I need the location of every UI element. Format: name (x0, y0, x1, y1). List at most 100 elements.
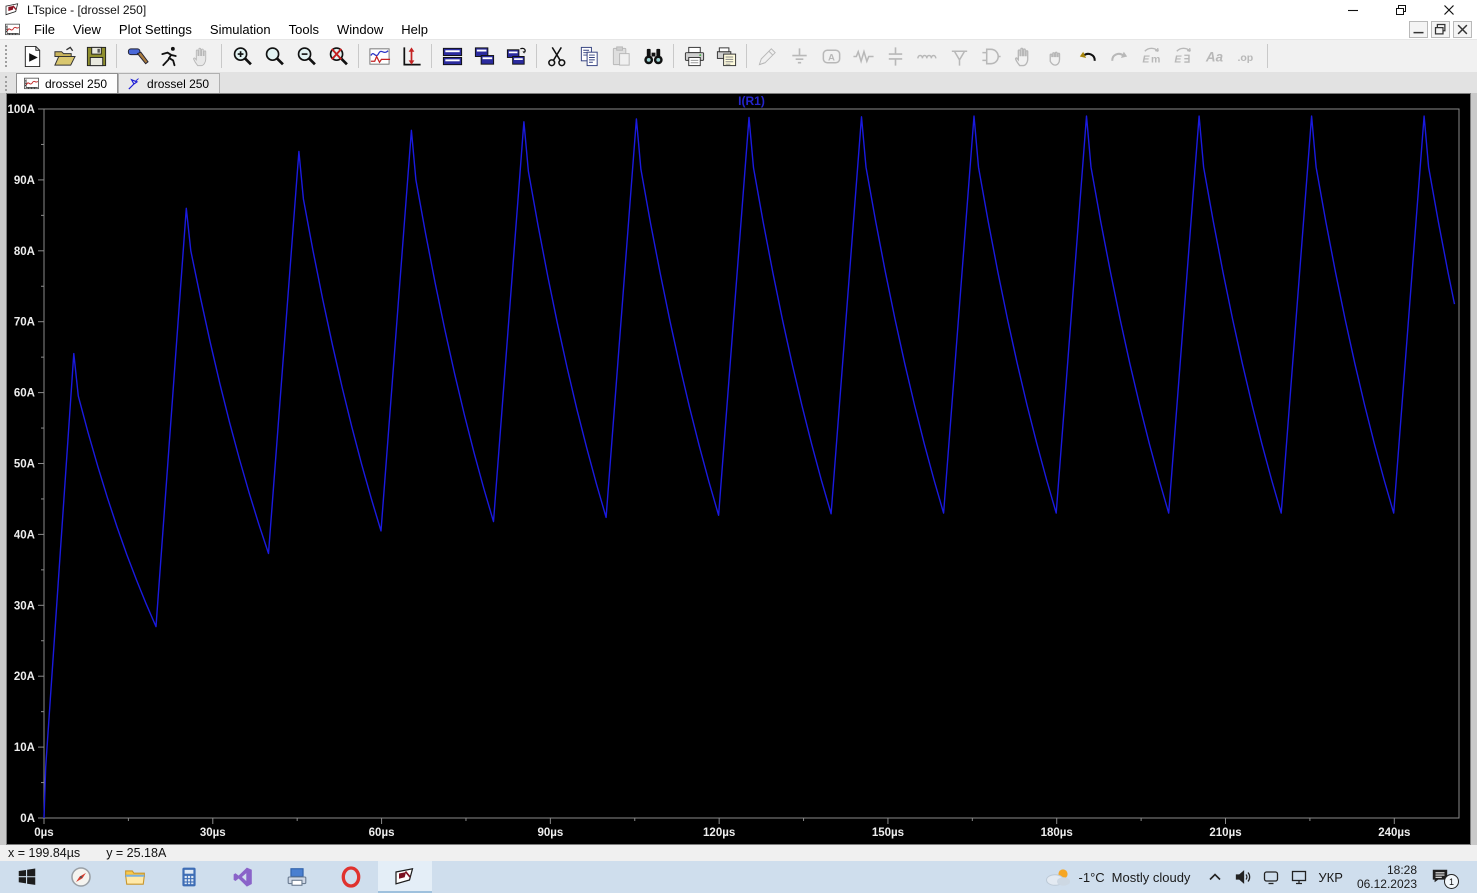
print-button[interactable] (679, 42, 709, 70)
taskbar-app-compass-browser[interactable] (54, 861, 108, 893)
trace-IR1[interactable] (44, 116, 1455, 818)
new-doc-button[interactable] (17, 42, 47, 70)
zoom-fit-button[interactable] (323, 42, 353, 70)
trace-legend-IR1[interactable]: I(R1) (738, 94, 765, 108)
menu-item-help[interactable]: Help (392, 21, 437, 38)
start-button[interactable] (0, 861, 54, 893)
time-label: 18:28 (1357, 863, 1417, 877)
hidden-icons-chevron-icon[interactable] (1206, 868, 1224, 886)
mdi-minimize-icon[interactable] (1409, 21, 1428, 38)
svg-text:Aa: Aa (1204, 49, 1223, 64)
svg-text:.op: .op (1237, 51, 1253, 63)
waveform-tab-icon (23, 77, 40, 91)
ltspice-icon (394, 866, 416, 888)
tile-horizontal-button[interactable] (469, 42, 499, 70)
print-preview-button[interactable] (711, 42, 741, 70)
y-axis-tick-label: 30A (14, 600, 35, 612)
toolbar-separator (673, 44, 674, 68)
menu-item-window[interactable]: Window (328, 21, 392, 38)
cut-button[interactable] (542, 42, 572, 70)
undo-button[interactable] (1072, 42, 1102, 70)
compass-browser-icon (70, 866, 92, 888)
capacitor-button (880, 42, 910, 70)
paste-button (606, 42, 636, 70)
y-axis-tick-label: 80A (14, 246, 35, 258)
date-label: 06.12.2023 (1357, 877, 1417, 891)
taskbar-app-file-explorer[interactable] (108, 861, 162, 893)
taskbar-app-calculator[interactable] (162, 861, 216, 893)
ground-button (784, 42, 814, 70)
waveform-panel-icon (368, 45, 391, 68)
menu-item-file[interactable]: File (25, 21, 64, 38)
x-axis-tick-label: 180µs (1041, 827, 1073, 839)
speaker-icon[interactable] (1234, 868, 1252, 886)
drag-button (1040, 42, 1070, 70)
taskbar-app-visual-studio[interactable] (216, 861, 270, 893)
minimize-icon[interactable] (1347, 4, 1359, 16)
waveform-plot[interactable]: I(R1)0A10A20A30A40A50A60A70A80A90A100A0µ… (7, 94, 1470, 844)
tab-bar: drossel 250drossel 250 (0, 72, 1477, 94)
toolbar: AEmE∃Aa.op (0, 39, 1477, 73)
x-axis-tick-label: 60µs (369, 827, 395, 839)
tab-drossel-250-2[interactable]: drossel 250 (118, 73, 220, 93)
cascade-button[interactable] (501, 42, 531, 70)
y-axis-tick-label: 50A (14, 459, 35, 471)
copy-button[interactable] (574, 42, 604, 70)
taskbar-app-ltspice[interactable] (378, 861, 432, 893)
x-axis-tick-label: 30µs (200, 827, 226, 839)
x-axis-tick-label: 90µs (537, 827, 563, 839)
schematic-tab-icon (125, 77, 142, 91)
language-indicator[interactable]: УКР (1318, 870, 1343, 885)
taskbar-app-opera[interactable] (324, 861, 378, 893)
weather-widget[interactable]: -1°C Mostly cloudy (1038, 867, 1197, 887)
waveform-plot-pane[interactable]: I(R1)0A10A20A30A40A50A60A70A80A90A100A0µ… (6, 93, 1471, 845)
tab-drossel-250-1[interactable]: drossel 250 (16, 73, 118, 93)
spice-directive-button: .op (1232, 42, 1262, 70)
tile-vertical-button[interactable] (437, 42, 467, 70)
mdi-restore-icon[interactable] (1431, 21, 1450, 38)
zoom-in-button[interactable] (227, 42, 257, 70)
mirror-button: Em (1136, 42, 1166, 70)
print-preview-icon (715, 45, 738, 68)
action-center-button[interactable]: 1 (1431, 867, 1457, 887)
restore-icon[interactable] (1395, 4, 1407, 16)
menu-item-simulation[interactable]: Simulation (201, 21, 280, 38)
window-title: LTspice - [drossel 250] (27, 3, 146, 17)
toolbar-separator (1267, 44, 1268, 68)
calculator-icon (178, 866, 200, 888)
tray-device-icon[interactable] (1262, 868, 1280, 886)
x-axis-tick-label: 210µs (1209, 827, 1241, 839)
toolbar-gripper[interactable] (5, 45, 12, 67)
close-icon[interactable] (1443, 4, 1455, 16)
svg-text:E: E (1142, 53, 1150, 65)
clock[interactable]: 18:28 06.12.2023 (1353, 863, 1421, 891)
find-button[interactable] (638, 42, 668, 70)
zoom-out-button[interactable] (291, 42, 321, 70)
zoom-fit-icon (327, 45, 350, 68)
svg-text:A: A (828, 52, 835, 63)
open-button[interactable] (49, 42, 79, 70)
tabbar-gripper[interactable] (5, 76, 12, 91)
system-tray: -1°C Mostly cloudy УКР 18:28 06.12.2023 … (1038, 861, 1477, 893)
zoom-in-icon (231, 45, 254, 68)
save-button[interactable] (81, 42, 111, 70)
menu-item-view[interactable]: View (64, 21, 110, 38)
zoom-box-button[interactable] (259, 42, 289, 70)
notification-badge: 1 (1444, 874, 1459, 889)
run-button[interactable] (154, 42, 184, 70)
redo-button (1104, 42, 1134, 70)
menu-item-plot-settings[interactable]: Plot Settings (110, 21, 201, 38)
control-panel-button[interactable] (122, 42, 152, 70)
wire-button (752, 42, 782, 70)
opera-icon (340, 866, 362, 888)
ground-icon (788, 45, 811, 68)
autorange-y-button[interactable] (396, 42, 426, 70)
network-icon[interactable] (1290, 868, 1308, 886)
child-window-icon (4, 23, 21, 37)
menu-item-tools[interactable]: Tools (280, 21, 328, 38)
mdi-close-icon[interactable] (1453, 21, 1472, 38)
cursor-y-readout: y = 25.18A (106, 846, 166, 860)
find-icon (642, 45, 665, 68)
taskbar-app-printer-app[interactable] (270, 861, 324, 893)
waveform-panel-button[interactable] (364, 42, 394, 70)
